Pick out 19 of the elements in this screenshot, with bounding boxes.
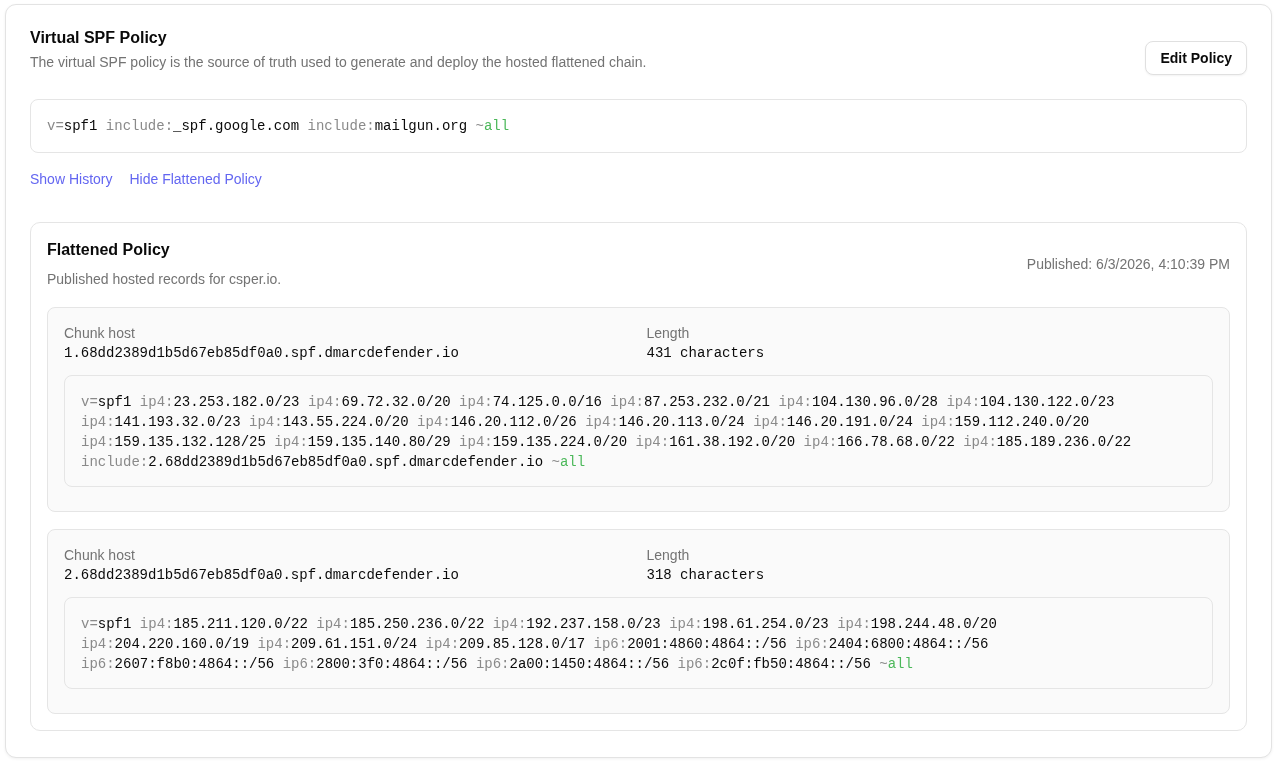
section-title: Flattened Policy — [47, 240, 171, 260]
spf-record: v=spf1 ip4:185.211.120.0/22 ip4:185.250.236.0/22 ip4:192.237.158.0/23 ip4:198.61.254.0/23 ip4:198.244.48.0/20 ip4:204.220.160.0/19 ip4:209.61.151.0/24 ip4:209.85.128.0/17 ip6:2001:4860:4864::/56 ip6:2404:6800:4864::/56 ip6:2607:f8b0:4864::/56 ip6:2800:3f0:4864::/56 ip6:2a00:1450:4864::/56 ip6:2c0f:fb50:4864::/56 ~all — [81, 615, 998, 674]
text-link[interactable]: Hide Flattened Policy — [129, 169, 262, 189]
chunk-host: 2.68dd2389d1b5d67eb85df0a0.spf.dmarcdefender.io — [64, 566, 460, 585]
published-timestamp: Published: 6/3/2026, 4:10:39 PM — [1026, 254, 1230, 274]
field-label: Length — [646, 546, 691, 565]
section-description: The virtual SPF policy is the source of truth used to generate and deploy the hosted flattened chain. — [30, 53, 647, 72]
section-title: Virtual SPF Policy — [30, 28, 168, 48]
spf-record: v=spf1 ip4:23.253.182.0/23 ip4:69.72.32.0/20 ip4:74.125.0.0/16 ip4:87.253.232.0/21 ip4:104.130.96.0/28 ip4:104.130.122.0/23 ip4:141.193.32.0/23 ip4:143.55.224.0/20 ip4:146.20.112.0/26 ip4:146.20.113.0/24 ip4:146.20.191.0/24 ip4:159.112.240.0/20 ip4:159.135.132.128/25 ip4:159.135.140.80/29 ip4:159.135.224.0/20 ip4:161.38.192.0/20 ip4:166.78.68.0/22 ip4:185.189.236.0/22 include:2.68dd2389d1b5d67eb85df0a0.spf.dmarcdefender.io ~all — [81, 393, 1133, 472]
length-value: 318 characters — [646, 566, 766, 585]
length-value: 431 characters — [646, 344, 766, 363]
spf-record: v=spf1 include:_spf.google.com include:mailgun.org ~all — [47, 117, 511, 136]
text-link[interactable]: Show History — [30, 169, 113, 189]
section-description: Published hosted records for csper.io. — [47, 270, 282, 289]
edit-policy-button[interactable]: Edit Policy — [1145, 41, 1247, 75]
field-label: Chunk host — [64, 324, 136, 343]
chunk-host: 1.68dd2389d1b5d67eb85df0a0.spf.dmarcdefender.io — [64, 344, 460, 363]
field-label: Length — [646, 324, 691, 343]
field-label: Chunk host — [64, 546, 136, 565]
